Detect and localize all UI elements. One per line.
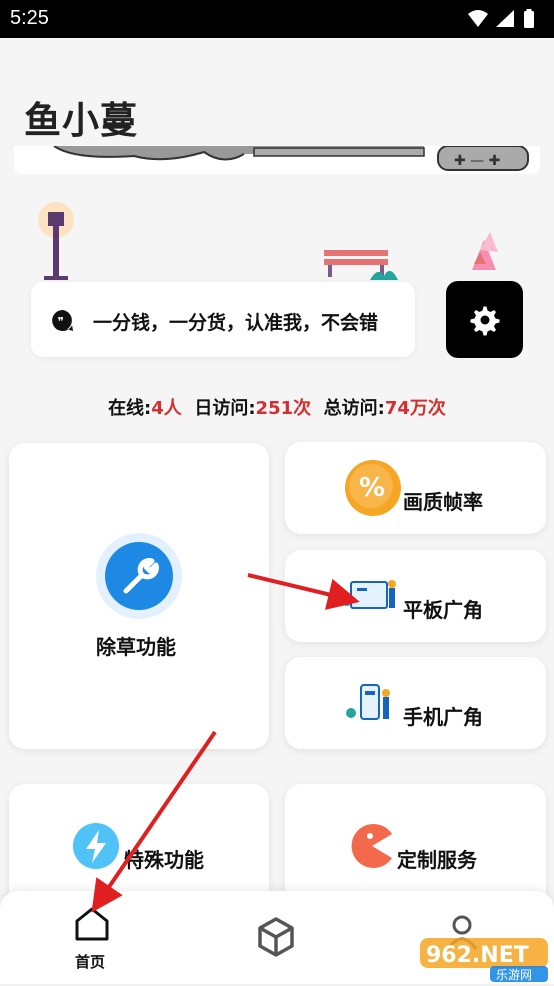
notice-text: 一分钱，一分货，认准我，不会错 [93, 312, 379, 334]
gear-icon [470, 306, 500, 336]
custom-service-label: 定制服务 [397, 848, 477, 872]
special-label: 特殊功能 [124, 848, 204, 872]
quote-bubble-icon: ❞ [52, 309, 74, 332]
weed-function-card[interactable]: 除草功能 [9, 443, 269, 749]
wifi-icon [468, 10, 488, 27]
cube-icon [258, 917, 294, 957]
daily-label: 日访问: [194, 398, 256, 419]
nav-home-label: 首页 [75, 953, 106, 971]
phone-icon [346, 684, 390, 720]
lightning-icon [73, 823, 119, 869]
status-icons [468, 9, 534, 28]
status-bar: 5:25 [0, 0, 554, 38]
visit-stats: 在线:4人 日访问:251次 总访问:74万次 [0, 394, 554, 420]
park-illustration [38, 202, 498, 280]
svg-text:%: % [359, 473, 385, 503]
notice-card: ❞ 一分钱，一分货，认准我，不会错 [31, 282, 415, 357]
phone-card[interactable]: 手机广角 [285, 657, 546, 749]
total-label: 总访问: [323, 398, 385, 419]
online-value: 4人 [151, 398, 182, 419]
online-label: 在线: [108, 398, 152, 419]
nav-cube[interactable] [254, 915, 298, 959]
home-icon [75, 907, 109, 941]
weed-function-label: 除草功能 [96, 635, 176, 659]
tablet-card[interactable]: 平板广角 [285, 550, 546, 642]
site-watermark: 962.NET 乐游网 [418, 932, 550, 982]
signal-icon [496, 10, 514, 27]
nav-home[interactable]: 首页 [62, 899, 122, 979]
bench [324, 250, 388, 256]
app-title: 鱼小蔓 [24, 99, 138, 142]
percent-icon: % [345, 460, 401, 516]
daily-value: 251次 [255, 398, 312, 419]
watermark-text: 962.NET [426, 943, 529, 968]
svg-text:✚ — ✚: ✚ — ✚ [454, 153, 500, 169]
tablet-icon [343, 580, 396, 609]
status-time: 5:25 [10, 7, 49, 29]
pacman-icon [351, 824, 392, 868]
svg-text:❞: ❞ [58, 314, 64, 328]
quality-label: 画质帧率 [403, 490, 483, 514]
watermark-sub: 乐游网 [496, 968, 532, 982]
total-value: 74万次 [384, 398, 446, 419]
wrench-icon [96, 533, 182, 619]
tablet-label: 平板广角 [403, 598, 483, 622]
quality-card[interactable]: % 画质帧率 [285, 442, 546, 534]
banner-image[interactable]: ✚ — ✚ [14, 146, 540, 174]
settings-button[interactable] [446, 281, 523, 358]
battery-icon [524, 11, 534, 28]
phone-label: 手机广角 [403, 705, 483, 729]
